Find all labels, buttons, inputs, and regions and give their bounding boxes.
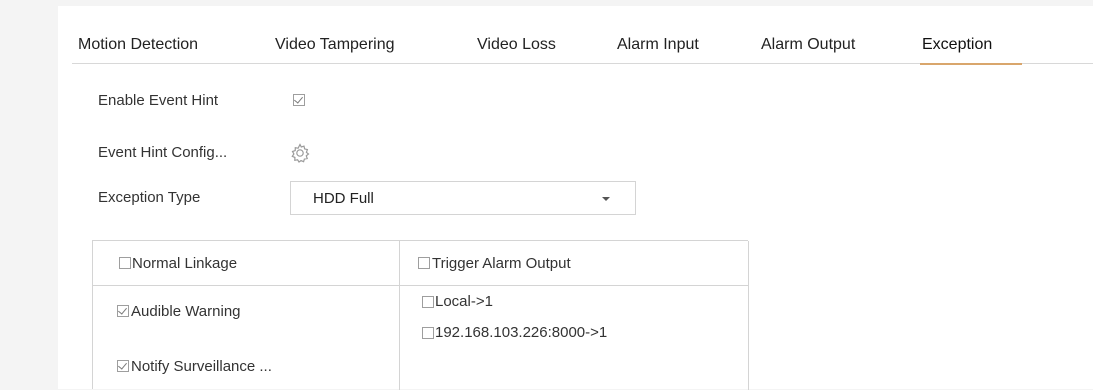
notify-surveillance-label: Notify Surveillance ...	[131, 358, 272, 375]
tab-alarm-input[interactable]: Alarm Input	[617, 36, 699, 54]
exception-type-select[interactable]: HDD Full	[290, 181, 636, 215]
trigger-alarm-output-label: Trigger Alarm Output	[432, 255, 571, 272]
tab-alarm-output[interactable]: Alarm Output	[761, 36, 855, 54]
enable-event-hint-checkbox[interactable]	[293, 94, 305, 106]
tab-exception[interactable]: Exception	[922, 36, 992, 54]
audible-warning-checkbox[interactable]	[117, 305, 129, 317]
gear-icon[interactable]	[288, 141, 312, 165]
normal-linkage-label: Normal Linkage	[132, 255, 238, 272]
event-hint-config-label[interactable]: Event Hint Config...	[98, 144, 227, 161]
output-ip-label: 192.168.103.226:8000->1	[435, 324, 608, 341]
column-divider	[399, 241, 400, 390]
table-right-border	[748, 241, 749, 390]
check-mark-icon	[118, 305, 127, 315]
enable-event-hint-label: Enable Event Hint	[98, 92, 219, 109]
tab-motion-detection[interactable]: Motion Detection	[78, 36, 198, 54]
normal-linkage-checkbox[interactable]	[119, 257, 131, 269]
exception-type-value: HDD Full	[313, 190, 374, 207]
output-local-label: Local->1	[435, 293, 493, 310]
active-tab-indicator	[920, 63, 1022, 65]
tab-video-loss[interactable]: Video Loss	[477, 36, 556, 54]
notify-surveillance-checkbox[interactable]	[117, 360, 129, 372]
chevron-down-icon	[602, 197, 610, 201]
output-ip-checkbox[interactable]	[422, 327, 434, 339]
trigger-alarm-output-checkbox[interactable]	[418, 257, 430, 269]
audible-warning-label: Audible Warning	[131, 303, 241, 320]
header-divider	[93, 285, 749, 286]
check-mark-icon	[294, 94, 303, 104]
check-mark-icon	[118, 360, 127, 370]
exception-type-label: Exception Type	[98, 189, 201, 206]
output-local-checkbox[interactable]	[422, 296, 434, 308]
tab-video-tampering[interactable]: Video Tampering	[275, 36, 395, 54]
